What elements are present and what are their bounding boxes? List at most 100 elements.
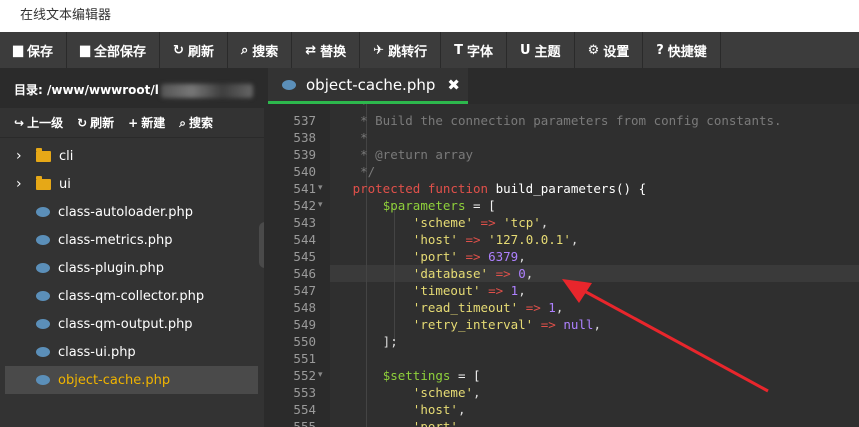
code-line: */: [360, 164, 376, 179]
php-file-icon: [282, 79, 296, 90]
refresh-icon: ↻: [77, 116, 88, 130]
toolbar-button-3[interactable]: ⌕ 搜索: [228, 32, 293, 68]
sidebar-tool-0[interactable]: ↪ 上一级: [14, 114, 63, 131]
code-editor[interactable]: 537 538 539 540 541 ▾ 542 ▾ 543 544 545 546 547 548 54…: [264, 104, 859, 427]
sidebar-tool-3[interactable]: ⌕ 搜索: [179, 114, 213, 131]
window-titlebar: 在线文本编辑器: [0, 0, 859, 32]
line-number: 550: [293, 334, 316, 349]
sidebar-tool-label: 搜索: [188, 116, 213, 130]
tab-object-cache[interactable]: object-cache.php ✖: [268, 68, 468, 104]
fold-toggle-icon[interactable]: ▾: [318, 183, 323, 193]
toolbar-button-2[interactable]: ↻ 刷新: [160, 32, 228, 68]
file-item[interactable]: object-cache.php: [5, 366, 258, 394]
code-line: 'timeout' => 1,: [412, 283, 526, 298]
toolbar-button-5[interactable]: ✈ 跳转行: [360, 32, 442, 68]
file-sidebar: 目录: /www/wwwroot/l ↪ 上一级 ↻ 刷新 + 新建 ⌕ 搜索 › cli › ui…: [0, 68, 264, 427]
code-line: 'retry_interval' => null,: [412, 317, 601, 332]
share-icon: ↪: [14, 116, 25, 130]
sidebar-toolbar: ↪ 上一级 ↻ 刷新 + 新建 ⌕ 搜索: [0, 108, 264, 138]
file-item[interactable]: class-autoloader.php: [0, 198, 264, 226]
code-line: * Build the connection parameters from c…: [360, 113, 782, 128]
line-number: 540: [293, 164, 316, 179]
toolbar-button-label: 字体: [466, 44, 493, 60]
php-file-icon: [36, 235, 50, 245]
toolbar-button-label: 快捷键: [667, 44, 707, 60]
php-file-icon: [36, 319, 50, 329]
php-file-icon: [36, 291, 50, 301]
font-icon: T: [454, 42, 463, 58]
toolbar-button-0[interactable]: ▆ 保存: [0, 32, 68, 68]
code-area[interactable]: * * Build the connection parameters from…: [330, 104, 859, 427]
code-line: * @return array: [360, 147, 473, 162]
folder-item[interactable]: › cli: [0, 142, 264, 170]
file-label: class-qm-output.php: [58, 316, 193, 332]
chevron-right-icon[interactable]: ›: [16, 176, 30, 192]
code-line: protected function build_parameters() {: [352, 181, 647, 196]
code-line: 'port',: [412, 419, 466, 427]
plus-icon: +: [128, 116, 139, 130]
toolbar-button-label: 跳转行: [388, 44, 428, 60]
close-icon[interactable]: ✖: [447, 76, 460, 94]
theme-icon: U: [519, 42, 531, 58]
toolbar-button-8[interactable]: ⚙ 设置: [575, 32, 644, 68]
goto-line-icon: ✈: [373, 42, 385, 58]
toolbar-button-label: 保存: [27, 44, 54, 60]
sidebar-tool-2[interactable]: + 新建: [128, 114, 165, 131]
code-line: $settings = [: [382, 368, 481, 383]
toolbar-button-label: 搜索: [252, 44, 279, 60]
file-item[interactable]: class-ui.php: [0, 338, 264, 366]
toolbar-button-label: 全部保存: [94, 44, 147, 60]
file-item[interactable]: class-qm-output.php: [0, 310, 264, 338]
file-item[interactable]: class-metrics.php: [0, 226, 264, 254]
toolbar-button-label: 替换: [320, 44, 347, 60]
sidebar-tool-label: 刷新: [90, 116, 115, 130]
file-label: class-metrics.php: [58, 232, 173, 248]
file-label: object-cache.php: [58, 372, 171, 388]
toolbar-button-7[interactable]: U 主题: [507, 32, 575, 68]
refresh-icon: ↻: [173, 42, 184, 58]
file-label: class-autoloader.php: [58, 204, 194, 220]
fold-toggle-icon[interactable]: ▾: [318, 200, 323, 210]
sidebar-tool-1[interactable]: ↻ 刷新: [77, 114, 114, 131]
code-line: *: [330, 104, 368, 111]
file-tree: › cli › ui class-autoloader.php class-metrics…: [0, 142, 264, 394]
line-number: 554: [293, 402, 316, 417]
file-item[interactable]: class-plugin.php: [0, 254, 264, 282]
shortcut-icon: ?: [656, 42, 664, 58]
folder-label: cli: [59, 148, 74, 164]
folder-item[interactable]: › ui: [0, 170, 264, 198]
code-line: 'port' => 6379,: [412, 249, 526, 264]
line-number: 547: [293, 283, 316, 298]
file-item[interactable]: class-qm-collector.php: [0, 282, 264, 310]
fold-toggle-icon[interactable]: ▾: [318, 370, 323, 380]
main-toolbar: ▆ 保存 ▆ 全部保存 ↻ 刷新 ⌕ 搜索 ⇄ 替换 ✈ 跳转行 T 字体 U 主题 ⚙ 设置? 快捷键: [0, 32, 859, 68]
line-number: 548: [293, 300, 316, 315]
code-line: 'database' => 0,: [412, 266, 534, 281]
editor-tabbar: object-cache.php ✖: [264, 68, 859, 104]
php-file-icon: [36, 375, 50, 385]
chevron-right-icon[interactable]: ›: [16, 148, 30, 164]
code-line: ];: [330, 334, 398, 349]
replace-icon: ⇄: [305, 42, 317, 58]
tab-label: object-cache.php: [306, 75, 436, 94]
directory-path: 目录: /www/wwwroot/l: [0, 68, 264, 108]
line-number: 546: [293, 266, 316, 281]
toolbar-button-6[interactable]: T 字体: [441, 32, 507, 68]
line-number: 549: [293, 317, 316, 332]
file-label: class-ui.php: [58, 344, 136, 360]
line-number: 538: [293, 130, 316, 145]
php-file-icon: [36, 347, 50, 357]
code-line: 'host' => '127.0.0.1',: [412, 232, 579, 247]
file-label: class-qm-collector.php: [58, 288, 205, 304]
line-number: 555: [293, 419, 316, 427]
line-number: 543: [293, 215, 316, 230]
line-number: 542: [293, 198, 316, 213]
folder-icon: [36, 147, 51, 162]
line-number: 537: [293, 113, 316, 128]
line-number: 553: [293, 385, 316, 400]
toolbar-button-1[interactable]: ▆ 全部保存: [67, 32, 161, 68]
code-line: 'host',: [412, 402, 466, 417]
toolbar-button-4[interactable]: ⇄ 替换: [292, 32, 361, 68]
code-line: 'scheme',: [412, 385, 481, 400]
toolbar-button-9[interactable]: ? 快捷键: [643, 32, 721, 68]
